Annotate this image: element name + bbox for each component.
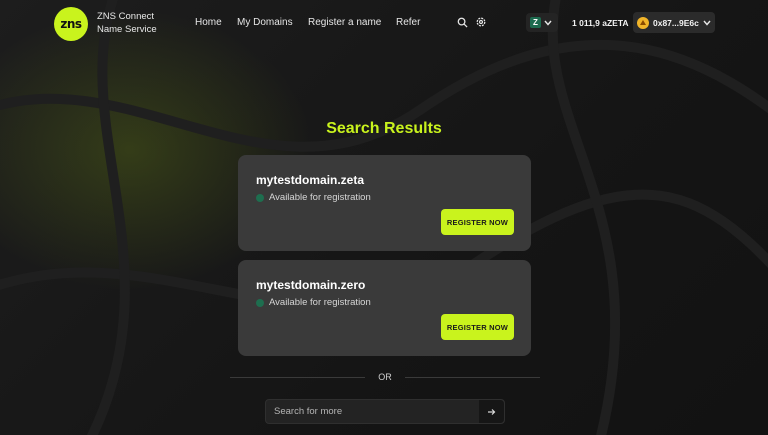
domain-result-card: mytestdomain.zeta Available for registra…: [238, 155, 531, 251]
wallet-balance: 1 011,9 aZETA: [572, 18, 629, 28]
wallet-avatar-icon: [637, 16, 649, 29]
domain-name: mytestdomain.zeta: [256, 173, 365, 187]
brand-name: ZNS Connect Name Service: [97, 10, 157, 36]
available-status-icon: [256, 193, 264, 202]
available-status-icon: [256, 298, 264, 307]
domain-result-card: mytestdomain.zero Available for registra…: [238, 260, 531, 356]
wallet-address: 0x87...9E6c: [653, 17, 699, 28]
register-now-button[interactable]: REGISTER NOW: [441, 314, 514, 340]
chevron-down-icon: [703, 20, 711, 26]
status-text: Available for registration: [269, 192, 371, 203]
search-input[interactable]: [266, 400, 479, 423]
domain-name: mytestdomain.zero: [256, 278, 366, 292]
availability-status: Available for registration: [256, 297, 371, 308]
page-title: Search Results: [326, 120, 442, 137]
arrow-right-icon: [488, 408, 496, 415]
status-text: Available for registration: [269, 297, 371, 308]
gear-icon[interactable]: [474, 15, 488, 29]
wallet-account-button[interactable]: 0x87...9E6c: [633, 12, 715, 33]
logo-text: zns: [60, 17, 82, 31]
top-navigation: zns ZNS Connect Name Service Home My Dom…: [0, 0, 768, 46]
search-icon[interactable]: [455, 15, 469, 29]
search-submit-button[interactable]: [479, 400, 504, 423]
chevron-down-icon: [544, 20, 552, 26]
nav-my-domains[interactable]: My Domains: [237, 17, 293, 28]
divider-line: [405, 377, 540, 378]
register-now-button[interactable]: REGISTER NOW: [441, 209, 514, 235]
network-selector[interactable]: Z: [526, 13, 558, 32]
zeta-network-icon: Z: [530, 17, 541, 28]
nav-register-name[interactable]: Register a name: [308, 17, 381, 28]
or-divider: OR: [230, 371, 540, 383]
availability-status: Available for registration: [256, 192, 371, 203]
brand-name-line1: ZNS Connect: [97, 11, 155, 22]
nav-refer[interactable]: Refer: [396, 17, 420, 28]
brand-name-line2: Name Service: [97, 24, 157, 35]
zns-logo[interactable]: zns: [54, 7, 88, 41]
search-more-box: [265, 399, 505, 424]
nav-home[interactable]: Home: [195, 17, 222, 28]
